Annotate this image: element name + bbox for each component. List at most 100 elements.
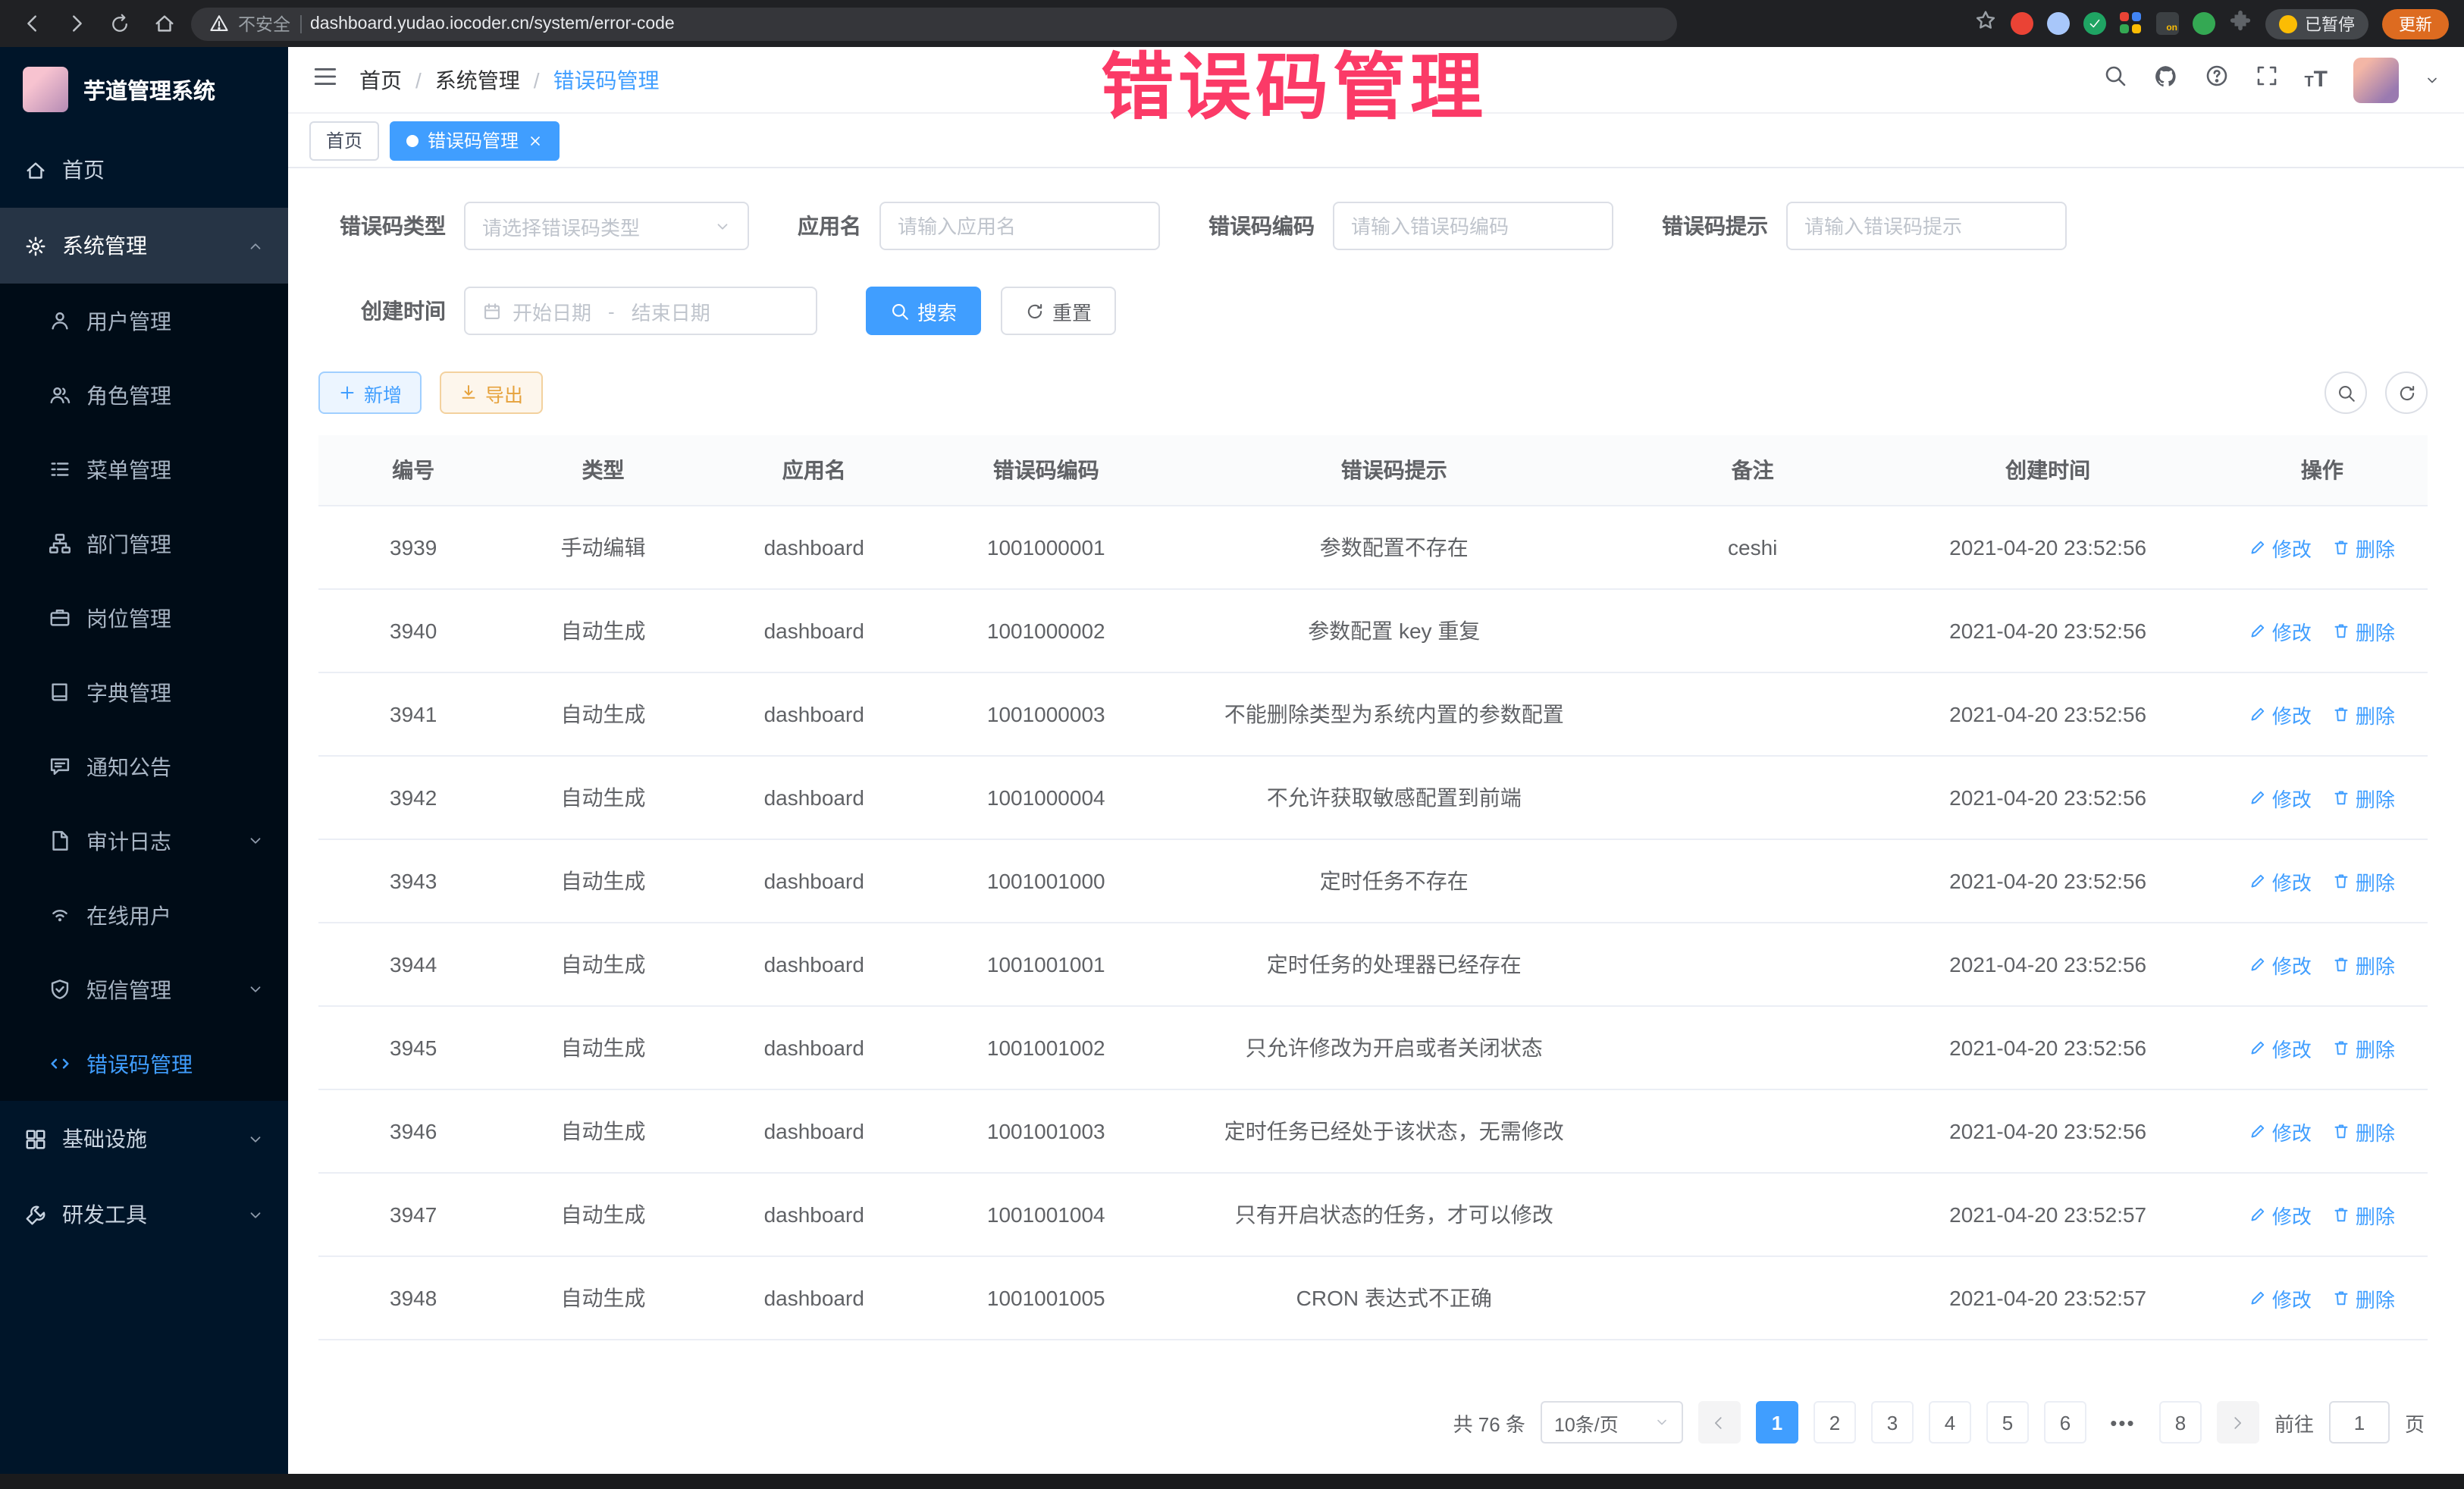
cell-id: 3939 xyxy=(318,506,508,589)
sidebar-item-posts[interactable]: 岗位管理 xyxy=(0,581,288,655)
app-logo[interactable]: 芋道管理系统 xyxy=(0,47,288,132)
puzzle-icon[interactable] xyxy=(2229,8,2252,39)
back-icon[interactable] xyxy=(15,7,49,40)
refresh-table-icon[interactable] xyxy=(2385,371,2428,414)
table-toolbar: 新增 导出 xyxy=(318,371,2428,414)
home-icon[interactable] xyxy=(147,7,180,40)
extension-icon[interactable] xyxy=(2047,12,2070,35)
goto-page-input[interactable] xyxy=(2329,1401,2390,1444)
caret-down-icon[interactable] xyxy=(2425,72,2440,87)
extension-icon[interactable]: on xyxy=(2156,12,2179,35)
delete-link[interactable]: 删除 xyxy=(2333,1117,2395,1146)
edit-link[interactable]: 修改 xyxy=(2249,616,2312,645)
error-type-select[interactable]: 请选择错误码类型 xyxy=(464,202,749,250)
sidebar-item-infrastructure[interactable]: 基础设施 xyxy=(0,1101,288,1177)
error-code-input[interactable] xyxy=(1351,215,1595,237)
page-size-select[interactable]: 10条/页 xyxy=(1541,1401,1683,1444)
tag-error-codes[interactable]: 错误码管理 xyxy=(390,121,560,160)
sidebar-item-home[interactable]: 首页 xyxy=(0,132,288,208)
page-button[interactable]: 5 xyxy=(1986,1401,2029,1444)
search-button[interactable]: 搜索 xyxy=(866,287,981,335)
sidebar-item-audit-logs[interactable]: 审计日志 xyxy=(0,804,288,878)
sidebar-item-error-codes[interactable]: 错误码管理 xyxy=(0,1027,288,1101)
delete-link[interactable]: 删除 xyxy=(2333,1200,2395,1229)
forward-icon[interactable] xyxy=(59,7,92,40)
delete-link[interactable]: 删除 xyxy=(2333,1284,2395,1312)
trash-icon xyxy=(2333,1039,2351,1057)
collapse-menu-icon[interactable] xyxy=(312,63,338,96)
page-button[interactable]: 4 xyxy=(1929,1401,1971,1444)
close-icon[interactable] xyxy=(528,133,543,148)
delete-link[interactable]: 删除 xyxy=(2333,616,2395,645)
sidebar-item-system[interactable]: 系统管理 xyxy=(0,208,288,284)
sidebar-item-roles[interactable]: 角色管理 xyxy=(0,358,288,432)
cell-code: 1001000004 xyxy=(930,756,1162,839)
sidebar-item-notices[interactable]: 通知公告 xyxy=(0,729,288,804)
tag-home[interactable]: 首页 xyxy=(309,121,379,160)
cell-time: 2021-04-20 23:52:56 xyxy=(1879,589,2217,672)
delete-link[interactable]: 删除 xyxy=(2333,950,2395,979)
cell-app: dashboard xyxy=(698,923,930,1006)
cell-app: dashboard xyxy=(698,839,930,923)
sidebar-item-sms[interactable]: 短信管理 xyxy=(0,952,288,1027)
bookmark-star-icon[interactable] xyxy=(1974,8,1997,39)
show-search-toggle-icon[interactable] xyxy=(2324,371,2367,414)
page-button[interactable]: 8 xyxy=(2159,1401,2202,1444)
edit-link[interactable]: 修改 xyxy=(2249,867,2312,895)
edit-link[interactable]: 修改 xyxy=(2249,1117,2312,1146)
more-pages-button[interactable]: ••• xyxy=(2102,1401,2144,1444)
prev-page-button[interactable] xyxy=(1698,1401,1741,1444)
error-msg-input[interactable] xyxy=(1804,215,2049,237)
fullscreen-icon[interactable] xyxy=(2254,64,2278,96)
app-title: 芋道管理系统 xyxy=(83,74,215,105)
plus-icon xyxy=(338,384,356,402)
page-button[interactable]: 3 xyxy=(1871,1401,1914,1444)
export-button[interactable]: 导出 xyxy=(440,371,543,414)
edit-link[interactable]: 修改 xyxy=(2249,1200,2312,1229)
app-name-input[interactable] xyxy=(898,215,1142,237)
delete-link[interactable]: 删除 xyxy=(2333,533,2395,562)
sidebar-item-departments[interactable]: 部门管理 xyxy=(0,506,288,581)
error-msg-input-wrap xyxy=(1786,202,2067,250)
breadcrumb-section[interactable]: 系统管理 xyxy=(435,64,520,95)
breadcrumb-home[interactable]: 首页 xyxy=(359,64,402,95)
sidebar-item-online-users[interactable]: 在线用户 xyxy=(0,878,288,952)
sidebar-item-menus[interactable]: 菜单管理 xyxy=(0,432,288,506)
pagination-total: 共 76 条 xyxy=(1453,1408,1525,1437)
extension-icon[interactable] xyxy=(2011,12,2033,35)
page-button[interactable]: 2 xyxy=(1814,1401,1856,1444)
add-button[interactable]: 新增 xyxy=(318,371,422,414)
search-icon[interactable] xyxy=(2102,64,2127,96)
delete-link[interactable]: 删除 xyxy=(2333,700,2395,729)
extension-icon[interactable] xyxy=(2120,12,2143,35)
edit-link[interactable]: 修改 xyxy=(2249,533,2312,562)
edit-link[interactable]: 修改 xyxy=(2249,1284,2312,1312)
sidebar-item-dictionary[interactable]: 字典管理 xyxy=(0,655,288,729)
user-avatar[interactable] xyxy=(2353,57,2399,102)
browser-update-button[interactable]: 更新 xyxy=(2382,8,2449,39)
sidebar-item-devtools[interactable]: 研发工具 xyxy=(0,1177,288,1252)
delete-link[interactable]: 删除 xyxy=(2333,867,2395,895)
sidebar-item-users[interactable]: 用户管理 xyxy=(0,284,288,358)
page-button[interactable]: 1 xyxy=(1756,1401,1798,1444)
github-icon[interactable] xyxy=(2152,63,2178,96)
extension-icon[interactable] xyxy=(2083,12,2106,35)
next-page-button[interactable] xyxy=(2217,1401,2259,1444)
extension-icon[interactable] xyxy=(2193,12,2215,35)
profile-paused-badge[interactable]: 已暂停 xyxy=(2265,8,2368,39)
edit-link[interactable]: 修改 xyxy=(2249,700,2312,729)
cell-time: 2021-04-20 23:52:56 xyxy=(1879,506,2217,589)
date-range-picker[interactable]: 开始日期 - 结束日期 xyxy=(464,287,817,335)
delete-link[interactable]: 删除 xyxy=(2333,1033,2395,1062)
column-header: 创建时间 xyxy=(1879,435,2217,506)
help-icon[interactable] xyxy=(2204,64,2228,96)
font-size-icon[interactable]: TT xyxy=(2304,67,2328,92)
edit-link[interactable]: 修改 xyxy=(2249,783,2312,812)
filter-error-msg: 错误码提示 xyxy=(1662,202,2067,250)
reload-icon[interactable] xyxy=(103,7,136,40)
reset-button[interactable]: 重置 xyxy=(1001,287,1116,335)
edit-link[interactable]: 修改 xyxy=(2249,950,2312,979)
delete-link[interactable]: 删除 xyxy=(2333,783,2395,812)
page-button[interactable]: 6 xyxy=(2044,1401,2086,1444)
edit-link[interactable]: 修改 xyxy=(2249,1033,2312,1062)
